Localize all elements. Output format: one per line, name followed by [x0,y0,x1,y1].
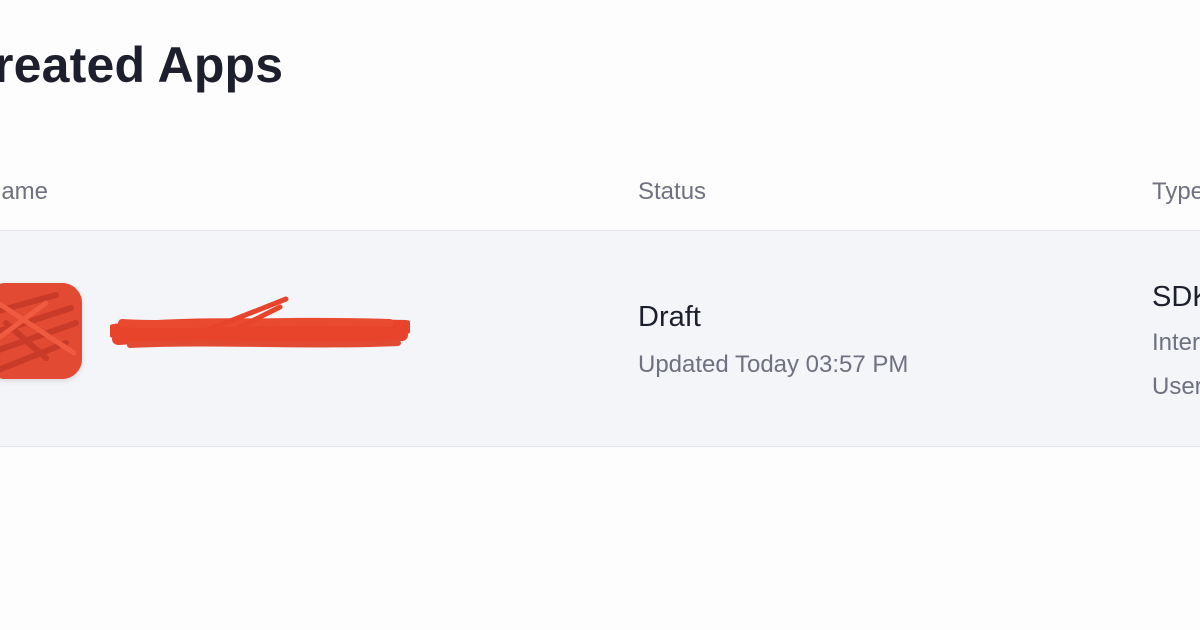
type-detail-2: User [1152,373,1200,400]
app-name-redacted[interactable] [107,293,413,373]
redaction-scribble-icon [0,283,82,379]
column-header-name[interactable]: lame [0,178,48,206]
column-header-status[interactable]: Status [638,178,706,206]
app-icon-redacted[interactable] [0,283,82,379]
status-value: Draft [638,301,701,333]
table-header: lame Status Type [0,150,1200,230]
status-updated-time: Updated Today 03:57 PM [638,351,909,378]
type-value: SDK [1152,281,1200,313]
redaction-scribble-icon [107,296,413,348]
page: reated Apps lame Status Type Draft Updat… [0,0,1200,630]
table-row[interactable]: Draft Updated Today 03:57 PM SDK Inter U… [0,230,1200,447]
page-title: reated Apps [0,37,284,93]
column-header-type[interactable]: Type [1152,178,1200,206]
type-detail-1: Inter [1152,329,1200,356]
